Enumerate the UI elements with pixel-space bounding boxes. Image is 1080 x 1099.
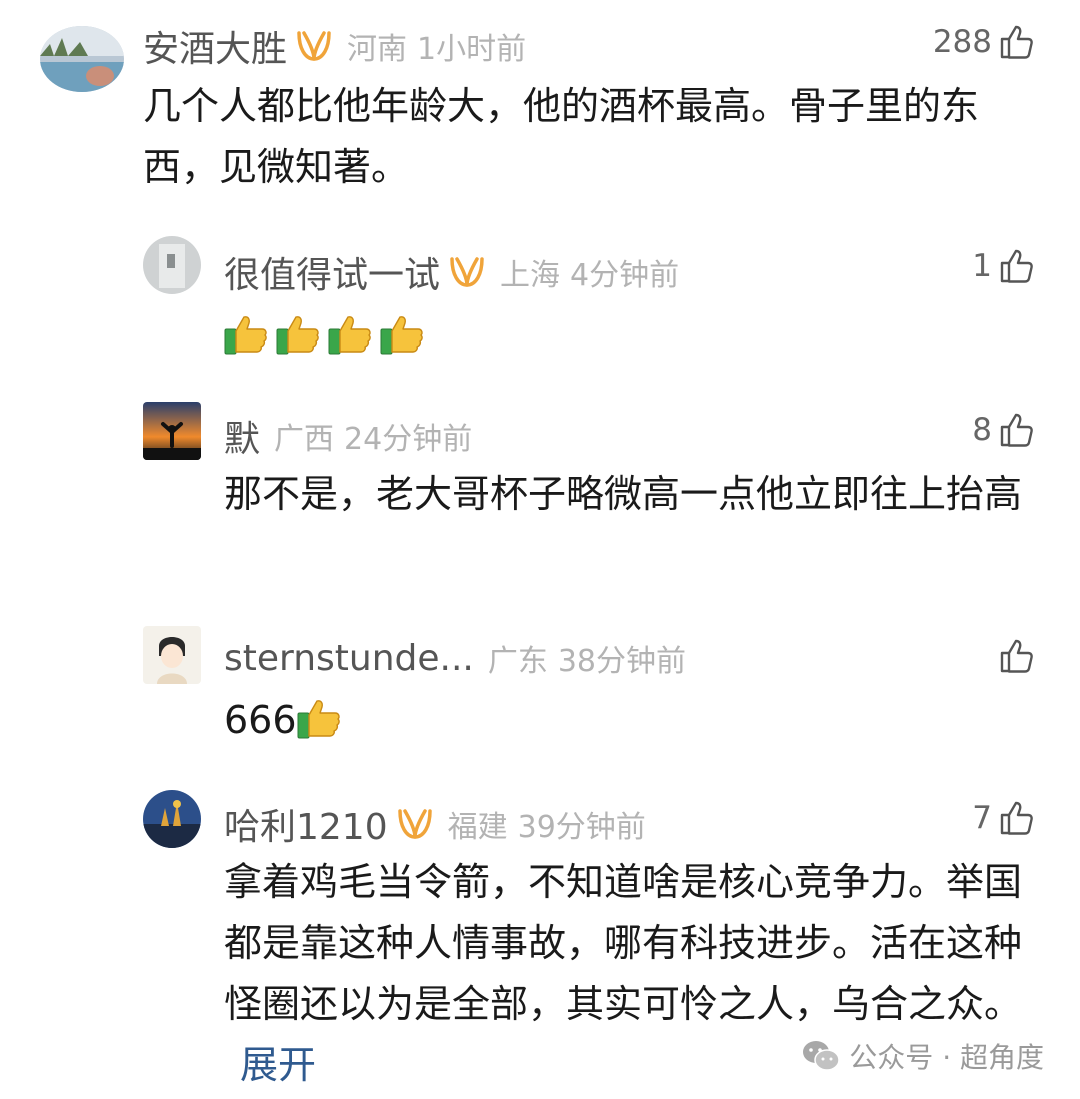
username[interactable]: 很值得试一试 — [224, 246, 440, 298]
like-count: 1 — [972, 248, 992, 284]
thumbs-up-emoji-icon — [224, 313, 270, 355]
location: 上海 — [500, 258, 561, 293]
timestamp: 24分钟前 — [344, 422, 473, 457]
location: 河南 — [347, 32, 408, 67]
like-button[interactable]: 1 — [972, 246, 1036, 286]
like-button[interactable] — [992, 636, 1036, 676]
location: 广东 — [487, 644, 548, 679]
username[interactable]: 默 — [224, 410, 260, 462]
watermark-text: 公众号 · 超角度 — [849, 1041, 1044, 1074]
thumbs-up-emoji-icon — [380, 313, 426, 355]
comment-text: 那不是，老大哥杯子略微高一点他立即往上抬高 — [224, 472, 1023, 516]
wechat-icon — [803, 1041, 841, 1071]
reply-item: 很值得试一试 上海 4分钟前 1 — [0, 230, 1080, 370]
timestamp: 39分钟前 — [517, 810, 646, 845]
thumbs-up-outline-icon — [996, 798, 1036, 838]
comment-item: 安酒大胜 河南 1小时前 288 几个人都比他年龄大，他的酒杯最高。骨子里的东西… — [0, 0, 1080, 200]
thumbs-up-emoji-icon — [276, 313, 322, 355]
expand-link[interactable]: 展开 — [240, 1043, 316, 1087]
username[interactable]: sternstunde... — [224, 638, 474, 679]
avatar[interactable] — [143, 402, 201, 460]
location: 广西 — [274, 422, 335, 457]
timestamp: 1小时前 — [417, 32, 527, 67]
thumbs-up-outline-icon — [996, 22, 1036, 62]
thumbs-up-emoji-icon — [297, 697, 343, 739]
timestamp: 4分钟前 — [570, 258, 680, 293]
vip-badge-icon — [295, 30, 333, 62]
like-button[interactable]: 7 — [972, 798, 1036, 838]
like-button[interactable]: 288 — [933, 22, 1036, 62]
comment-text: 666 — [224, 698, 297, 742]
avatar[interactable] — [143, 236, 201, 294]
timestamp: 38分钟前 — [557, 644, 687, 679]
location: 福建 — [447, 810, 508, 845]
avatar[interactable] — [143, 626, 201, 684]
comment-text: 拿着鸡毛当令箭，不知道啥是核心竞争力。举国都是靠这种人情事故，哪有科技进步。活在… — [224, 860, 1023, 1026]
comment-text: 几个人都比他年龄大，他的酒杯最高。骨子里的东西，见微知著。 — [143, 84, 980, 189]
like-count: 8 — [972, 412, 992, 448]
username[interactable]: 安酒大胜 — [143, 20, 287, 72]
like-count: 7 — [972, 800, 992, 836]
avatar[interactable] — [143, 790, 201, 848]
comment-emoji-row — [224, 306, 432, 367]
username[interactable]: 哈利1210 — [224, 798, 388, 850]
thumbs-up-outline-icon — [996, 636, 1036, 676]
thumbs-up-outline-icon — [996, 246, 1036, 286]
reply-item: 默 广西 24分钟前 8 那不是，老大哥杯子略微高一点他立即往上抬高 — [0, 396, 1080, 596]
vip-badge-icon — [448, 256, 486, 288]
thumbs-up-emoji-icon — [328, 313, 374, 355]
thumbs-up-outline-icon — [996, 410, 1036, 450]
reply-item: sternstunde... 广东 38分钟前 666 — [0, 622, 1080, 762]
like-count: 288 — [932, 24, 992, 60]
avatar[interactable] — [40, 26, 124, 92]
like-button[interactable]: 8 — [972, 410, 1036, 450]
vip-badge-icon — [396, 808, 434, 840]
comment-text-row: 666 — [224, 690, 349, 751]
watermark: 公众号 · 超角度 — [801, 1036, 1044, 1076]
